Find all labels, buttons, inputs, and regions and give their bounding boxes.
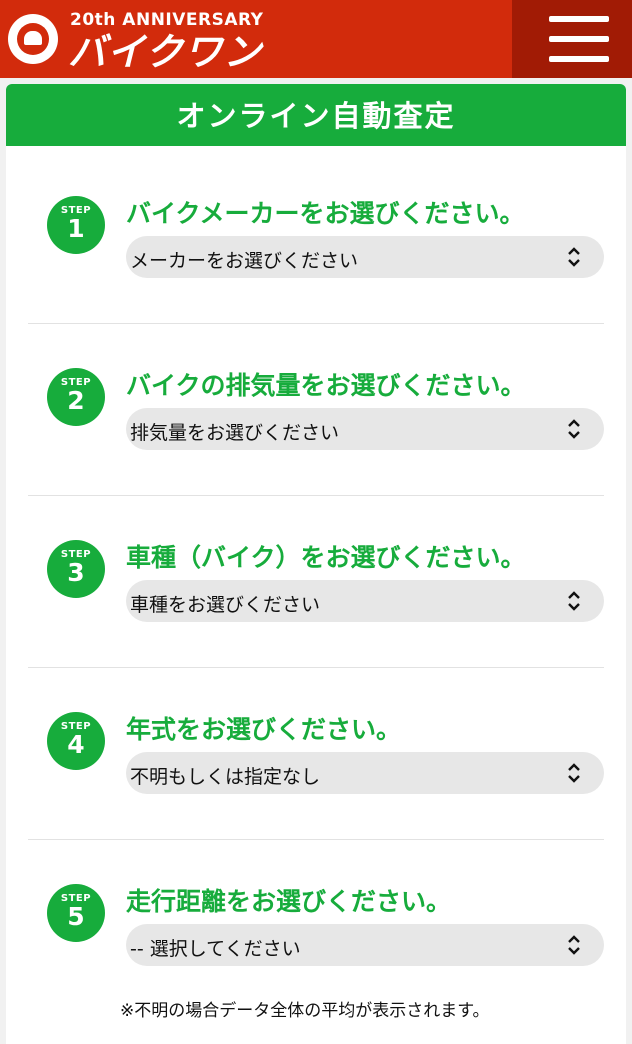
mileage-select[interactable]: -- 選択してください (126, 924, 604, 966)
step-2: STEP 2 バイクの排気量をお選びください。 排気量をお選びください (6, 256, 626, 450)
step-badge: STEP 5 (47, 884, 105, 942)
assessment-panel: オンライン自動査定 STEP 1 バイクメーカーをお選びください。 メーカーをお選… (6, 84, 626, 1044)
step-5: STEP 5 走行距離をお選びください。 -- 選択してください (6, 772, 626, 966)
step-badge: STEP 1 (47, 196, 105, 254)
step-badge: STEP 2 (47, 368, 105, 426)
step-1: STEP 1 バイクメーカーをお選びください。 メーカーをお選びください (6, 84, 626, 278)
anniversary-text: 20th ANNIVERSARY (70, 10, 264, 30)
site-logo[interactable]: 20th ANNIVERSARY バイクワン (8, 8, 268, 74)
step-label: 年式をお選びください。 (126, 715, 402, 744)
menu-button[interactable] (512, 0, 632, 78)
updown-chevron-icon (568, 935, 580, 955)
mileage-note: ※不明の場合データ全体の平均が表示されます。 (120, 1001, 490, 1021)
step-4: STEP 4 年式をお選びください。 不明もしくは指定なし (6, 600, 626, 794)
step-label: 車種（バイク）をお選びください。 (126, 543, 526, 572)
step-label: 走行距離をお選びください。 (126, 887, 452, 916)
step-badge: STEP 4 (47, 712, 105, 770)
select-value: -- 選択してください (130, 938, 301, 960)
step-label: バイクメーカーをお選びください。 (126, 199, 525, 228)
bikeone-logo-icon (8, 14, 58, 64)
step-badge: STEP 3 (47, 540, 105, 598)
step-3: STEP 3 車種（バイク）をお選びください。 車種をお選びください (6, 428, 626, 622)
step-label: バイクの排気量をお選びください。 (126, 371, 526, 400)
site-header: 20th ANNIVERSARY バイクワン (0, 0, 632, 78)
brand-name: バイクワン (68, 30, 263, 74)
